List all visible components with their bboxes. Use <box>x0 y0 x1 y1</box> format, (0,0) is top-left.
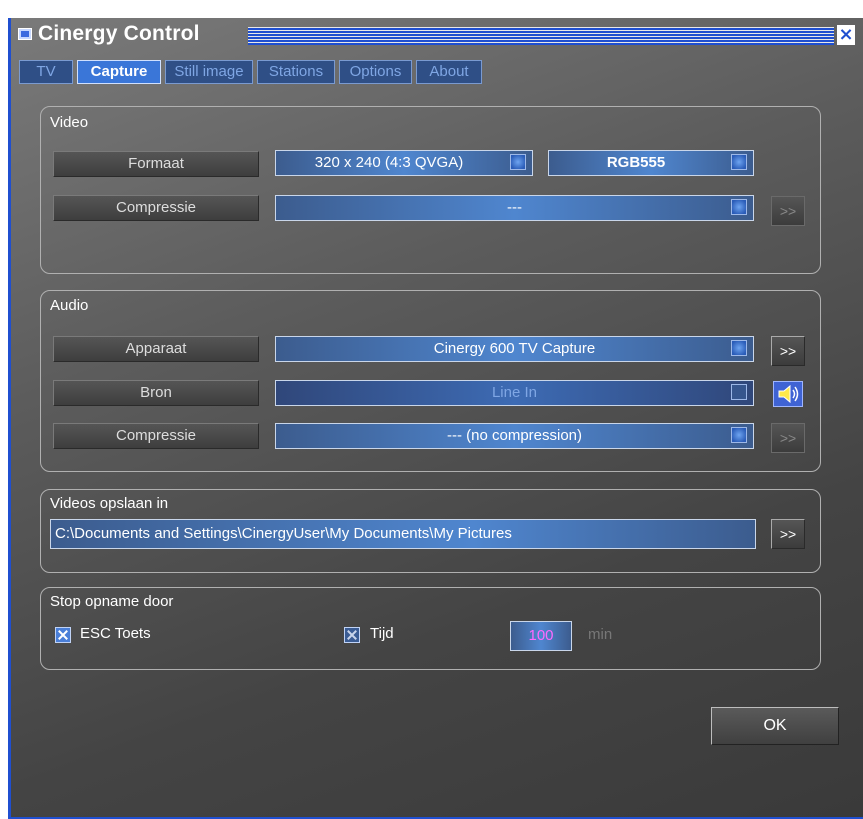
stop-recording-label: Stop opname door <box>50 593 174 610</box>
audio-source-value: Line In <box>491 384 538 401</box>
audio-device-value: Cinergy 600 TV Capture <box>433 340 596 357</box>
dropdown-arrow-icon <box>731 154 747 170</box>
save-location-label: Videos opslaan in <box>50 495 169 512</box>
tab-capture[interactable]: Capture <box>77 60 161 84</box>
audio-source-select[interactable]: Line In <box>275 380 754 406</box>
dropdown-arrow-icon <box>731 427 747 443</box>
video-color-value: RGB555 <box>606 154 666 171</box>
esc-key-checkbox[interactable] <box>55 627 71 643</box>
time-checkbox[interactable] <box>344 627 360 643</box>
video-color-select[interactable]: RGB555 <box>548 150 754 176</box>
minutes-unit: min <box>588 626 613 643</box>
title-bar[interactable]: Cinergy Control × <box>8 20 863 50</box>
audio-device-label[interactable]: Apparaat <box>53 336 259 362</box>
audio-device-settings-button[interactable]: >> <box>771 336 805 366</box>
video-compression-settings-button[interactable]: >> <box>771 196 805 226</box>
audio-source-label[interactable]: Bron <box>53 380 259 406</box>
tab-stations[interactable]: Stations <box>257 60 335 84</box>
close-button[interactable]: × <box>837 25 855 45</box>
time-label: Tijd <box>370 625 394 642</box>
audio-group-label: Audio <box>50 297 89 314</box>
browse-folder-button[interactable]: >> <box>771 519 805 549</box>
video-compression-select[interactable]: --- <box>275 195 754 221</box>
video-group-label: Video <box>50 114 89 131</box>
app-icon <box>18 28 32 40</box>
video-format-select[interactable]: 320 x 240 (4:3 QVGA) <box>275 150 533 176</box>
video-format-value: 320 x 240 (4:3 QVGA) <box>314 154 464 171</box>
speaker-icon[interactable] <box>773 381 803 407</box>
dropdown-arrow-icon <box>731 340 747 356</box>
video-compression-value: --- <box>507 199 522 216</box>
audio-compression-value: --- (no compression) <box>446 427 583 444</box>
title-bar-grip[interactable] <box>248 27 834 45</box>
video-compression-label[interactable]: Compressie <box>53 195 259 221</box>
video-group <box>40 106 821 274</box>
tab-still-image[interactable]: Still image <box>165 60 253 84</box>
video-format-label[interactable]: Formaat <box>53 151 259 177</box>
minutes-input[interactable]: 100 <box>510 621 572 651</box>
dropdown-arrow-icon <box>731 384 747 400</box>
dropdown-arrow-icon <box>731 199 747 215</box>
esc-key-label: ESC Toets <box>80 625 151 642</box>
tab-tv[interactable]: TV <box>19 60 73 84</box>
audio-compression-select[interactable]: --- (no compression) <box>275 423 754 449</box>
tab-about[interactable]: About <box>416 60 482 84</box>
audio-compression-label[interactable]: Compressie <box>53 423 259 449</box>
audio-compression-settings-button[interactable]: >> <box>771 423 805 453</box>
audio-device-select[interactable]: Cinergy 600 TV Capture <box>275 336 754 362</box>
window-title: Cinergy Control <box>38 22 200 45</box>
ok-button[interactable]: OK <box>711 707 839 745</box>
speaker-glyph <box>778 384 799 404</box>
tab-options[interactable]: Options <box>339 60 412 84</box>
dropdown-arrow-icon <box>510 154 526 170</box>
ok-button-label: OK <box>763 717 787 734</box>
save-path-field[interactable]: C:\Documents and Settings\CinergyUser\My… <box>50 519 756 549</box>
